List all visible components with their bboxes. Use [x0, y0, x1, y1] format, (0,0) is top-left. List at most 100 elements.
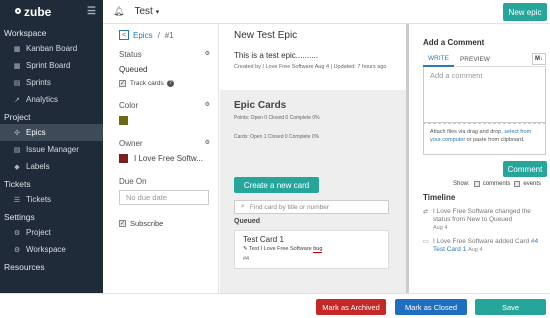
sidebar-item-sprints[interactable]: ▤ Sprints	[0, 74, 103, 91]
sidebar-item-label: Analytics	[26, 95, 59, 104]
epic-title[interactable]: New Test Epic	[234, 30, 400, 41]
color-swatch[interactable]	[119, 116, 128, 125]
new-epic-button[interactable]: New epic	[503, 3, 547, 21]
comments-filter-label: comments	[482, 181, 511, 187]
timeline-heading: Timeline	[423, 193, 456, 202]
cards-summary: Cards: Open 1 Closed 0 Complete 0%	[234, 134, 320, 140]
sprints-icon: ▤	[13, 79, 21, 87]
show-label: Show:	[453, 181, 470, 187]
section-settings: Settings	[4, 212, 35, 222]
due-label: Due On	[119, 177, 147, 186]
sidebar-item-epics[interactable]: ✣ Epics	[0, 124, 103, 141]
section-workspace: Workspace	[4, 28, 47, 38]
project-name: Test	[134, 6, 153, 17]
sidebar-item-label: Project	[26, 228, 51, 237]
gear-icon[interactable]: ⚙	[205, 101, 210, 110]
subscribe-checkbox[interactable]: ✓ Subscribe	[119, 219, 210, 228]
bell-icon[interactable]: 🔔︎	[113, 6, 124, 17]
comments-checkbox[interactable]	[473, 181, 480, 187]
color-label-row: Color ⚙	[119, 101, 210, 110]
sidebar-item-analytics[interactable]: ↗ Analytics	[0, 91, 103, 108]
sidebar-item-label: Issue Manager	[26, 145, 79, 154]
epic-main-panel: New Test Epic This is a test epic.......…	[220, 24, 406, 293]
label-bug[interactable]: bug	[313, 246, 323, 253]
footer-actions: Mark as Archived Mark as Closed Save	[0, 293, 550, 318]
events-checkbox[interactable]	[514, 181, 521, 187]
comment-textarea[interactable]: Add a comment	[423, 67, 546, 123]
breadcrumb: < Epics / #1	[119, 30, 210, 40]
mark-closed-button[interactable]: Mark as Closed	[395, 299, 467, 315]
issue-icon: ▤	[13, 146, 21, 154]
timeline-event: ▭ I Love Free Software added Card #4 Tes…	[423, 238, 546, 254]
help-icon[interactable]: ?	[166, 80, 174, 87]
sidebar-item-tickets[interactable]: ☰ Tickets	[0, 191, 103, 208]
track-cards-checkbox[interactable]: ✓ Track cards?	[119, 80, 210, 87]
sidebar-item-label: Workspace	[26, 245, 66, 254]
top-bar: 🔔︎ Test ▾ New epic	[103, 0, 550, 24]
section-resources: Resources	[4, 262, 45, 272]
gear-icon[interactable]: ⚙	[205, 50, 210, 59]
gear-icon[interactable]: ⚙	[205, 139, 210, 148]
queued-heading: Queued	[234, 218, 261, 225]
checkbox-checked-icon[interactable]: ✓	[119, 80, 126, 87]
tag-icon: ◆	[14, 163, 20, 171]
comment-button[interactable]: Comment	[503, 161, 547, 177]
owner-value[interactable]: I Love Free Softw...	[119, 154, 210, 163]
checkbox-checked-icon[interactable]: ✓	[119, 220, 126, 227]
card-item[interactable]: Test Card 1 ✎ Test I Love Free Software …	[234, 230, 389, 269]
epic-cards-section: Epic Cards Points: Open 0 Closed 0 Compl…	[220, 90, 406, 163]
status-value[interactable]: Queued	[119, 65, 210, 74]
card-subtitle-text: Test I Love Free Software	[249, 246, 312, 252]
logo[interactable]: zube ☰	[0, 0, 103, 24]
back-arrow-icon[interactable]: <	[119, 30, 129, 40]
comment-tabs: WRITE PREVIEW M↓	[423, 53, 546, 67]
sidebar-item-workspace-settings[interactable]: ⚙ Workspace	[0, 241, 103, 258]
kanban-icon: ▦	[13, 45, 21, 53]
sidebar-item-sprint-board[interactable]: ▦ Sprint Board	[0, 57, 103, 74]
events-filter-label: events	[523, 181, 542, 187]
epic-meta: Created by I Love Free Software Aug 4 | …	[234, 64, 387, 70]
sidebar: zube ☰ Workspace ▦ Kanban Board ▦ Sprint B…	[0, 0, 103, 293]
tab-write[interactable]: WRITE	[423, 53, 454, 67]
subscribe-label: Subscribe	[130, 219, 164, 228]
sidebar-item-issue-manager[interactable]: ▤ Issue Manager	[0, 141, 103, 158]
section-tickets: Tickets	[4, 179, 31, 189]
caret-down-icon: ▾	[155, 9, 160, 16]
find-card-input[interactable]: ⌕ Find card by title or number	[234, 200, 389, 214]
attach-text-end: or paste from clipboard.	[465, 137, 525, 143]
menu-icon[interactable]: ☰	[87, 6, 96, 17]
save-button[interactable]: Save	[475, 299, 546, 315]
mark-archived-button[interactable]: Mark as Archived	[316, 299, 386, 315]
markdown-icon[interactable]: M↓	[532, 53, 546, 65]
epic-details-panel: < Epics / #1 Status ⚙ Queued ✓ Track cards…	[103, 24, 219, 293]
board-icon: ▦	[13, 62, 21, 70]
sidebar-item-kanban-board[interactable]: ▦ Kanban Board	[0, 40, 103, 57]
epics-icon: ✣	[14, 129, 20, 137]
swap-icon: ⇄	[423, 209, 429, 215]
gear-icon: ⚙	[13, 246, 21, 254]
event-date: Aug 4	[468, 247, 483, 253]
gear-icon: ⚙	[13, 229, 21, 237]
due-label-row: Due On	[119, 177, 210, 186]
owner-name: I Love Free Softw...	[134, 154, 203, 163]
card-subtitle: ✎ Test I Love Free Software bug	[243, 246, 380, 253]
card-title[interactable]: Test Card 1	[243, 235, 380, 244]
attach-files-area[interactable]: Attach files via drag and drop, select f…	[423, 123, 546, 155]
comments-panel: Add a Comment WRITE PREVIEW M↓ Add a com…	[406, 24, 550, 293]
project-selector[interactable]: Test ▾	[134, 6, 159, 17]
epic-description[interactable]: This is a test epic..........	[234, 51, 400, 60]
event-text: I Love Free Software added Card	[433, 238, 531, 245]
attach-text: Attach files via drag and drop,	[430, 129, 505, 135]
breadcrumb-epics-link[interactable]: Epics	[133, 31, 153, 40]
due-date-input[interactable]: No due date	[119, 190, 209, 205]
owner-label-row: Owner ⚙	[119, 139, 210, 148]
sidebar-item-project-settings[interactable]: ⚙ Project	[0, 224, 103, 241]
sidebar-item-label: Labels	[26, 162, 50, 171]
event-date: Aug 4	[433, 225, 448, 231]
tab-preview[interactable]: PREVIEW	[454, 54, 496, 66]
sidebar-item-labels[interactable]: ◆ Labels	[0, 158, 103, 175]
event-text: I Love Free Software changed the status …	[433, 208, 531, 223]
create-card-button[interactable]: Create a new card	[234, 177, 319, 193]
show-filters: Show: comments events	[453, 181, 546, 187]
owner-label: Owner	[119, 139, 143, 148]
